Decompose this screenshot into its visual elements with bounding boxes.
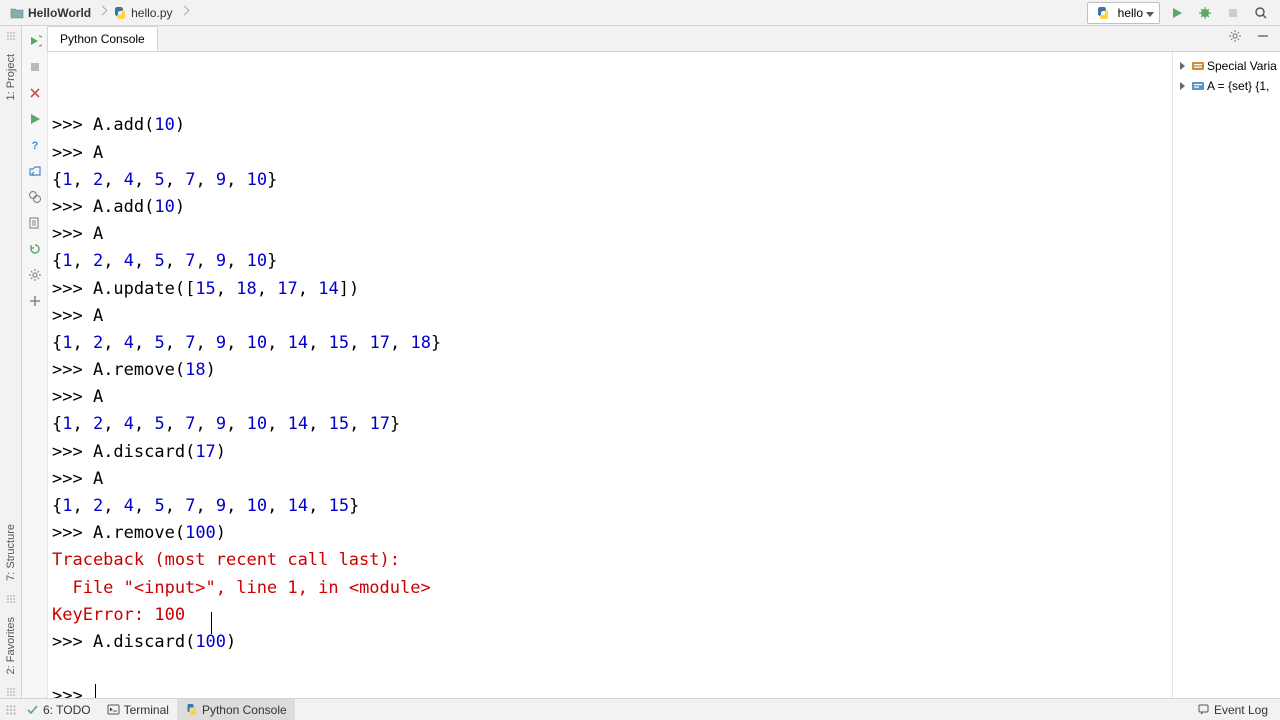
settings-button[interactable]	[24, 264, 46, 286]
variable-icon	[1191, 79, 1205, 93]
chevron-right-icon[interactable]	[1175, 59, 1189, 73]
toolbar-right: hello	[1087, 2, 1276, 24]
show-variables-button[interactable]	[24, 186, 46, 208]
chevron-right-icon	[97, 4, 107, 22]
attach-debugger-button[interactable]	[24, 160, 46, 182]
search-button[interactable]	[1250, 2, 1272, 24]
python-file-icon	[1096, 6, 1110, 20]
text-cursor-icon	[211, 612, 212, 634]
variables-row-label: A = {set} {1,	[1207, 79, 1269, 93]
breadcrumb-file-label: hello.py	[131, 6, 172, 20]
console-output[interactable]: >>> A.add(10)>>> A{1, 2, 4, 5, 7, 9, 10}…	[48, 52, 1172, 698]
console-tab-bar: Python Console	[48, 26, 1280, 52]
breadcrumb-project[interactable]: HelloWorld	[4, 4, 97, 22]
folder-icon	[10, 7, 24, 19]
event-log-icon	[1197, 703, 1210, 716]
hide-button[interactable]	[1252, 25, 1274, 47]
structure-tool-window-button[interactable]: 7: Structure	[3, 518, 19, 587]
close-button[interactable]	[24, 82, 46, 104]
execute-button[interactable]	[24, 108, 46, 130]
debug-button[interactable]	[1194, 2, 1216, 24]
svg-text:?: ?	[31, 140, 38, 152]
status-label: Terminal	[124, 703, 169, 717]
tab-label: Python Console	[60, 32, 145, 46]
event-log-button[interactable]: Event Log	[1189, 699, 1276, 720]
python-file-icon	[113, 6, 127, 20]
help-button[interactable]: ?	[24, 134, 46, 156]
grip-icon[interactable]	[4, 703, 18, 717]
console-tool-column: ?	[22, 26, 48, 698]
breadcrumb-project-label: HelloWorld	[28, 6, 91, 20]
todo-tool-window-button[interactable]: 6: TODO	[18, 699, 99, 720]
tab-python-console[interactable]: Python Console	[47, 26, 158, 51]
favorites-tool-window-button[interactable]: 2: Favorites	[3, 611, 19, 680]
python-console-tool-window-button[interactable]: Python Console	[177, 699, 295, 720]
chevron-right-icon	[179, 4, 189, 22]
gear-icon[interactable]	[1224, 25, 1246, 47]
variables-row-special[interactable]: Special Varia	[1175, 56, 1278, 76]
breadcrumb-file[interactable]: hello.py	[107, 4, 178, 22]
grip-icon[interactable]	[5, 593, 17, 605]
grip-icon[interactable]	[5, 30, 17, 42]
terminal-icon	[107, 703, 120, 716]
breadcrumb: HelloWorld hello.py	[4, 4, 189, 22]
variables-group-icon	[1191, 59, 1205, 73]
grip-icon[interactable]	[5, 686, 17, 698]
variables-row-a[interactable]: A = {set} {1,	[1175, 76, 1278, 96]
run-config-selector[interactable]: hello	[1087, 2, 1160, 24]
python-icon	[185, 703, 198, 716]
stop-console-button[interactable]	[24, 56, 46, 78]
history-button[interactable]	[24, 212, 46, 234]
status-label: 6: TODO	[43, 703, 91, 717]
variables-panel: Special Varia A = {set} {1,	[1172, 52, 1280, 698]
reload-button[interactable]	[24, 238, 46, 260]
stop-button[interactable]	[1222, 2, 1244, 24]
rerun-button[interactable]	[24, 30, 46, 52]
variables-row-label: Special Varia	[1207, 59, 1277, 73]
left-tool-strip: 1: Project 7: Structure 2: Favorites	[0, 26, 22, 698]
run-config-label: hello	[1118, 6, 1143, 20]
status-label: Python Console	[202, 703, 287, 717]
status-bar: 6: TODO Terminal Python Console Event Lo…	[0, 698, 1280, 720]
top-toolbar: HelloWorld hello.py hello	[0, 0, 1280, 26]
run-button[interactable]	[1166, 2, 1188, 24]
chevron-right-icon[interactable]	[1175, 79, 1189, 93]
project-tool-window-button[interactable]: 1: Project	[3, 48, 19, 106]
terminal-tool-window-button[interactable]: Terminal	[99, 699, 177, 720]
check-icon	[26, 703, 39, 716]
new-console-button[interactable]	[24, 290, 46, 312]
status-label: Event Log	[1214, 703, 1268, 717]
console-panel: Python Console >>> A.add(10)>>> A{1, 2, …	[48, 26, 1280, 698]
